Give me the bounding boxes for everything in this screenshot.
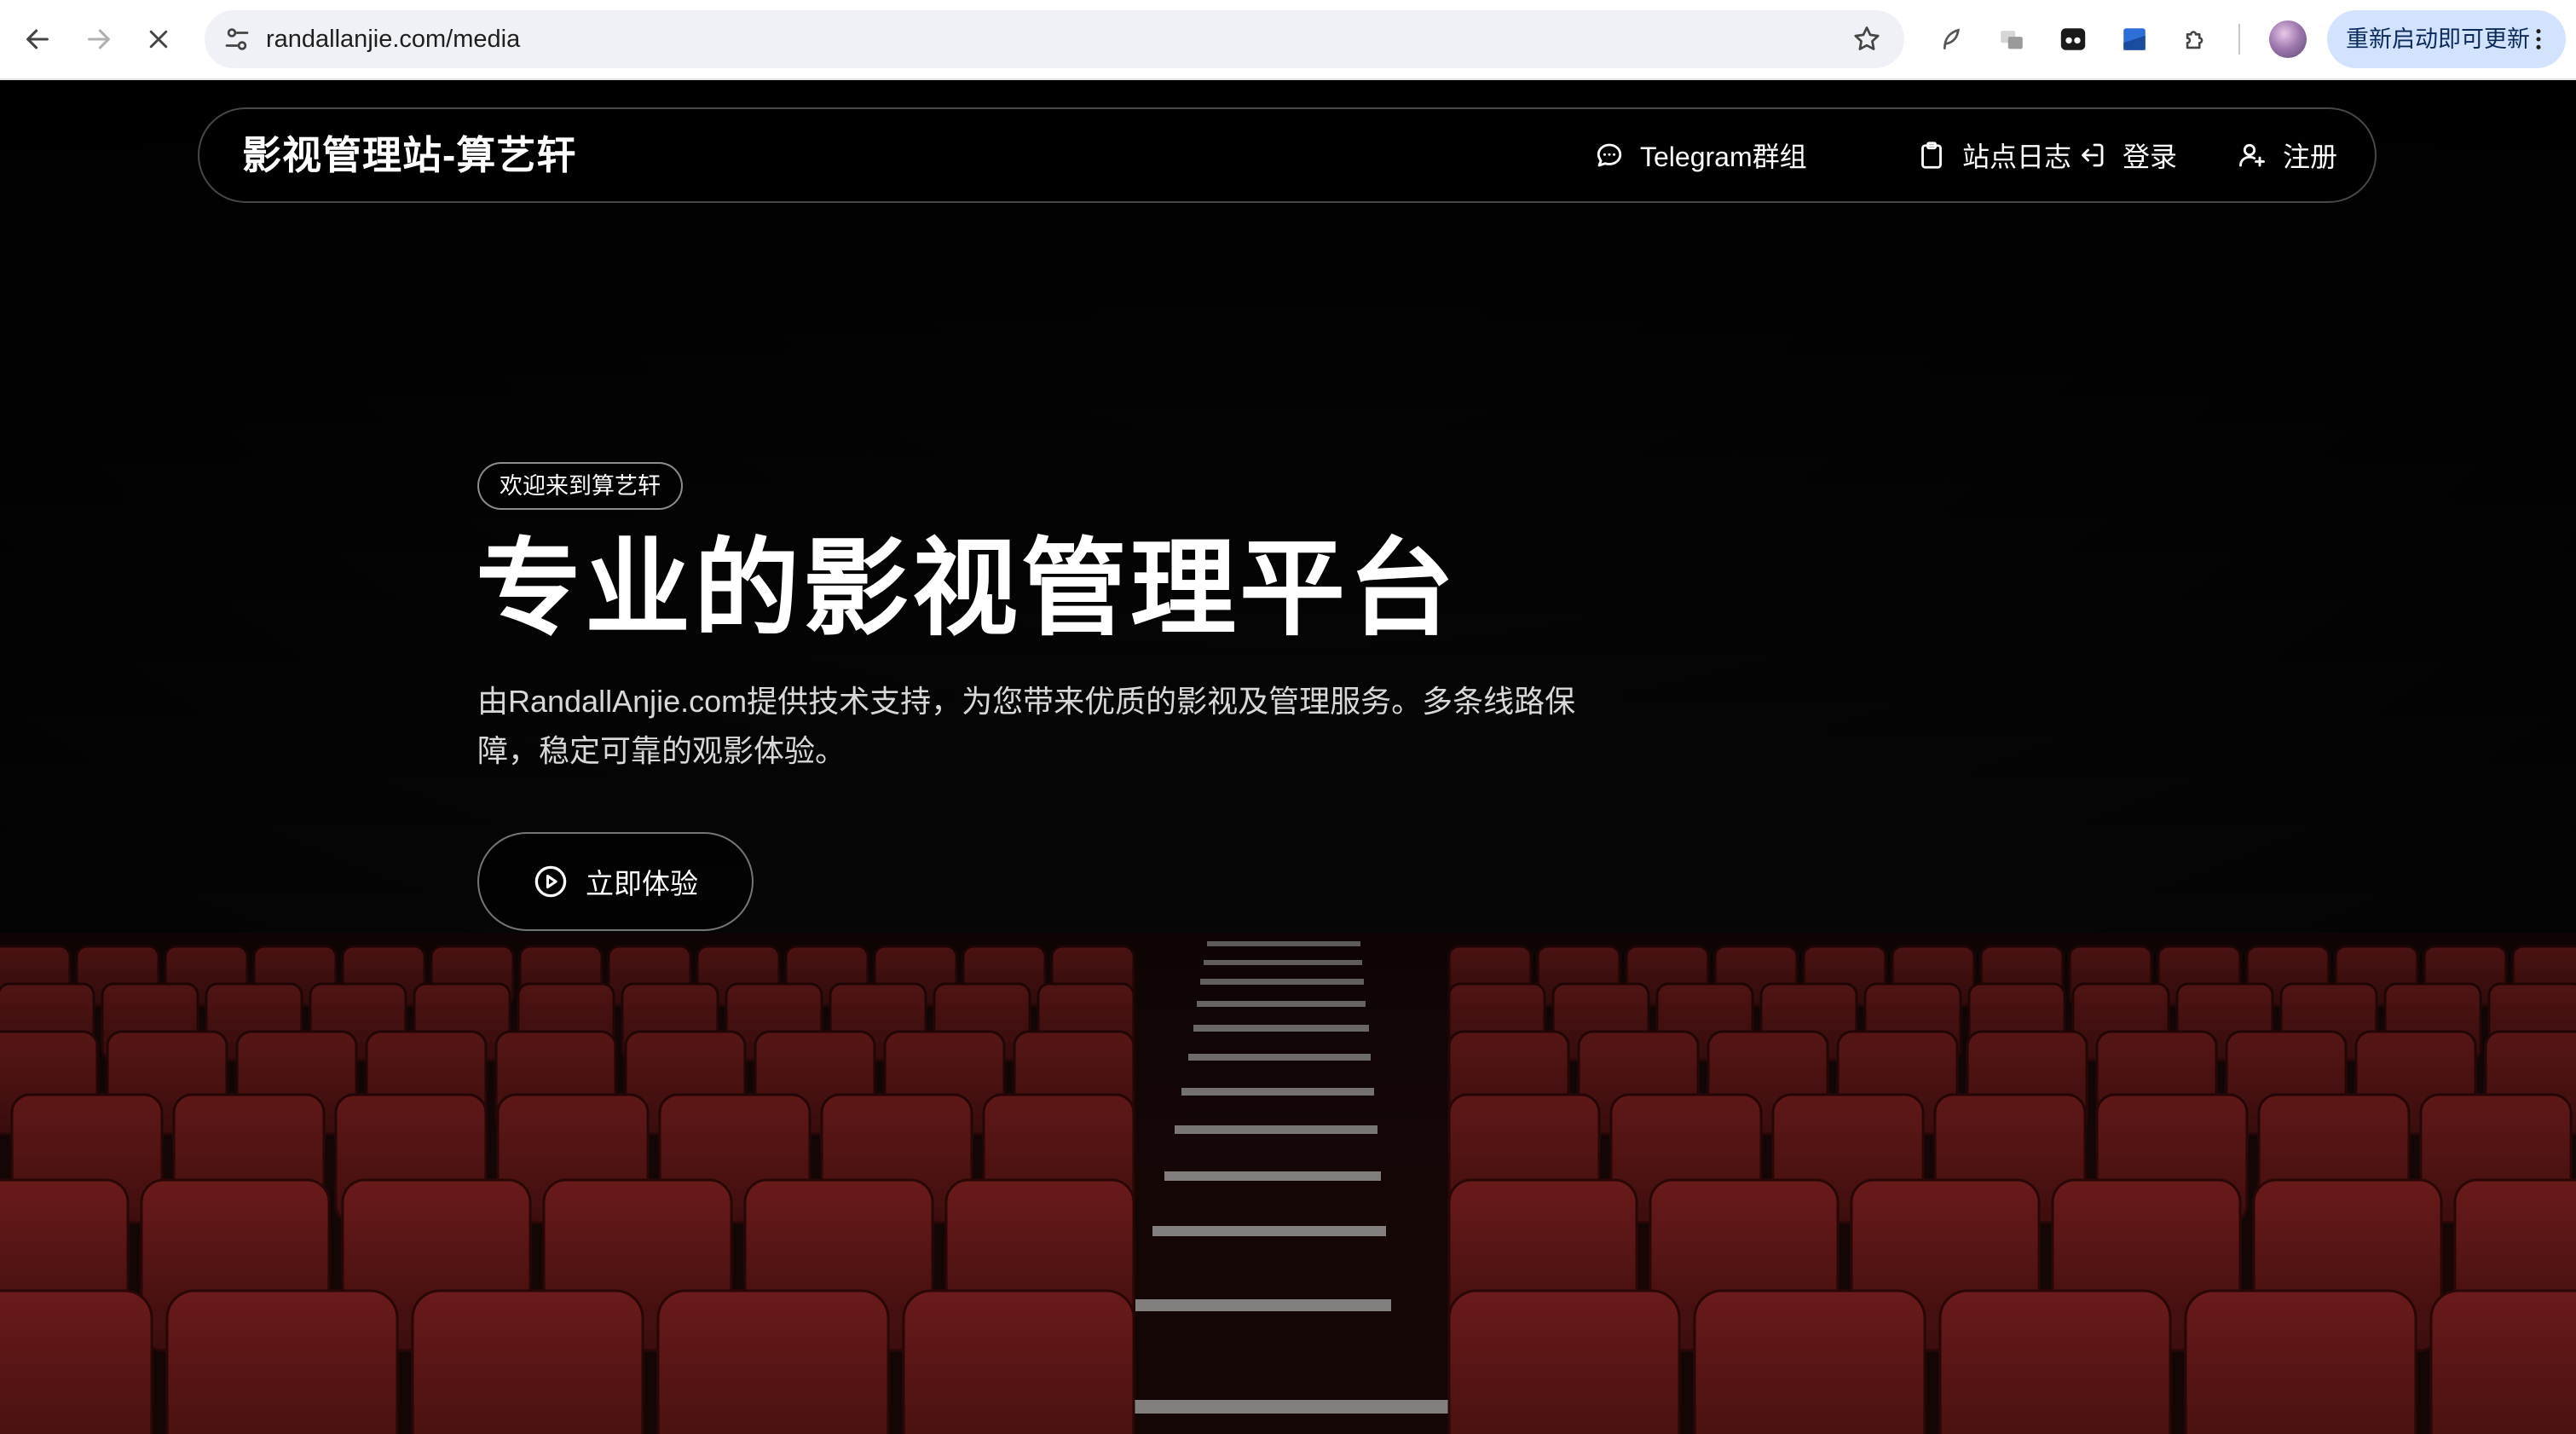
chat-bubble-icon: [1597, 143, 1622, 167]
back-button[interactable]: [15, 17, 60, 61]
clipboard-icon: [1921, 142, 1942, 169]
extension-feather-icon[interactable]: [1932, 20, 1969, 58]
profile-avatar[interactable]: [2269, 20, 2307, 58]
site-navbar: 影视管理站-算艺轩 Telegram群组 站点日志 登录 注册: [198, 107, 2377, 203]
arrow-right-icon: [88, 29, 110, 49]
arrow-left-icon: [26, 29, 49, 49]
extension-translate-icon[interactable]: [1993, 20, 2030, 58]
stop-loading-button[interactable]: [136, 17, 181, 61]
nav-login-label: 登录: [2123, 142, 2178, 172]
address-bar[interactable]: randallanjie.com/media: [205, 10, 1904, 68]
update-button[interactable]: 重新启动即可更新: [2327, 10, 2566, 68]
hero-title: 专业的影视管理平台: [476, 530, 1458, 648]
try-now-label: 立即体验: [586, 868, 698, 899]
extension-blue-icon[interactable]: [2116, 20, 2153, 58]
user-plus-icon: [2239, 143, 2265, 167]
play-circle-icon: [534, 865, 567, 898]
puzzle-icon[interactable]: [2177, 20, 2215, 58]
forward-button[interactable]: [77, 17, 121, 61]
nav-site-log[interactable]: 站点日志: [1916, 109, 2071, 201]
nav-site-log-label: 站点日志: [1962, 142, 2072, 172]
toolbar-divider: [2238, 24, 2240, 55]
site-title[interactable]: 影视管理站-算艺轩: [242, 109, 576, 201]
browser-toolbar: randallanjie.com/media 重新启动即可更新: [0, 0, 2576, 80]
more-vertical-icon[interactable]: [2525, 26, 2552, 53]
page-viewport: 影视管理站-算艺轩 Telegram群组 站点日志 登录 注册 欢迎来到算艺轩 …: [0, 80, 2576, 1434]
nav-register[interactable]: 注册: [2237, 109, 2337, 201]
star-icon[interactable]: [1851, 24, 1882, 55]
close-icon: [149, 30, 168, 49]
nav-login[interactable]: 登录: [2076, 109, 2177, 201]
url-text[interactable]: randallanjie.com/media: [266, 10, 520, 68]
nav-telegram-label: Telegram群组: [1640, 142, 1807, 172]
nav-telegram-group[interactable]: Telegram群组: [1594, 109, 1807, 201]
extension-bot-icon[interactable]: [2054, 20, 2092, 58]
nav-register-label: 注册: [2283, 142, 2338, 172]
update-button-label: 重新启动即可更新: [2346, 26, 2530, 52]
hero-description: 由RandallAnjie.com提供技术支持，为您带来优质的影视及管理服务。多…: [477, 684, 1576, 768]
login-icon: [2082, 143, 2104, 167]
try-now-button[interactable]: 立即体验: [477, 832, 754, 931]
welcome-badge: 欢迎来到算艺轩: [477, 462, 683, 510]
site-settings-icon[interactable]: [222, 24, 252, 55]
